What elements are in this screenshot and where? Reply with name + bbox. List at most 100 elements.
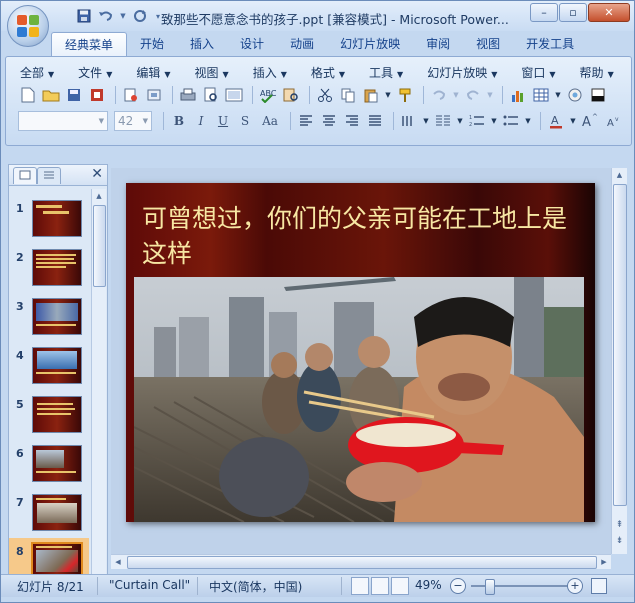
tab-review[interactable]: 审阅: [413, 32, 463, 56]
text-direction-icon[interactable]: [399, 111, 419, 131]
shrink-font-icon[interactable]: Av: [603, 111, 623, 131]
menu-all[interactable]: 全部 ▼: [20, 65, 54, 81]
slides-pane-scrollbar[interactable]: ▲: [91, 189, 106, 577]
clip-art-icon[interactable]: [565, 85, 585, 105]
slide-thumbnail[interactable]: 6: [9, 440, 89, 488]
spelling-icon[interactable]: ABC: [258, 85, 278, 105]
scroll-thumb[interactable]: [93, 205, 106, 287]
tab-developer[interactable]: 开发工具: [513, 32, 587, 56]
restore-button[interactable]: ▫: [559, 3, 587, 22]
menu-slideshow[interactable]: 幻灯片放映 ▼: [427, 65, 497, 81]
menu-file[interactable]: 文件 ▼: [78, 65, 112, 81]
minimize-button[interactable]: –: [530, 3, 558, 22]
insert-table-icon[interactable]: [531, 85, 551, 105]
numbering-icon[interactable]: 12: [467, 111, 487, 131]
align-right-icon[interactable]: [342, 111, 362, 131]
font-name-combo[interactable]: ▼: [18, 111, 108, 131]
justify-icon[interactable]: [365, 111, 385, 131]
slide-thumbnail[interactable]: 2: [9, 244, 89, 292]
menu-tools[interactable]: 工具 ▼: [369, 65, 403, 81]
color-icon[interactable]: [588, 85, 608, 105]
format-painter-icon[interactable]: [395, 85, 415, 105]
print-icon[interactable]: [178, 85, 198, 105]
tab-slideshow[interactable]: 幻灯片放映: [327, 32, 413, 56]
save-icon[interactable]: [64, 85, 84, 105]
slide-title[interactable]: 可曾想过，你们的父亲可能在工地上是这样: [142, 201, 582, 271]
print-preview-icon[interactable]: [121, 85, 141, 105]
align-left-icon[interactable]: [296, 111, 316, 131]
undo-icon[interactable]: [429, 85, 449, 105]
preview-icon[interactable]: [201, 85, 221, 105]
align-center-icon[interactable]: [319, 111, 339, 131]
language-indicator[interactable]: 中文(简体，中国): [209, 578, 302, 595]
menu-view[interactable]: 视图 ▼: [195, 65, 229, 81]
editor-horizontal-scrollbar[interactable]: ◀ ▶: [111, 554, 611, 569]
chevron-down-icon[interactable]: ▼: [524, 111, 532, 131]
font-size-combo[interactable]: 42 ▼: [114, 111, 152, 131]
fit-to-window-icon[interactable]: [591, 578, 607, 594]
office-button[interactable]: [7, 5, 49, 47]
theme-name[interactable]: "Curtain Call": [109, 578, 190, 592]
tab-view[interactable]: 视图: [463, 32, 513, 56]
scroll-up-icon[interactable]: ▲: [612, 168, 627, 182]
menu-help[interactable]: 帮助 ▼: [580, 65, 614, 81]
chevron-down-icon[interactable]: ▼: [384, 85, 392, 105]
research-icon[interactable]: [281, 85, 301, 105]
insert-chart-icon[interactable]: [508, 85, 528, 105]
menu-format[interactable]: 格式 ▼: [311, 65, 345, 81]
tab-insert[interactable]: 插入: [177, 32, 227, 56]
bullets-icon[interactable]: [501, 111, 521, 131]
current-slide[interactable]: 可曾想过，你们的父亲可能在工地上是这样: [126, 183, 595, 522]
attach-icon[interactable]: [144, 85, 164, 105]
normal-view-icon[interactable]: [351, 577, 369, 595]
tab-classic-menu[interactable]: 经典菜单: [51, 32, 128, 58]
tab-outline[interactable]: [37, 167, 61, 184]
redo-icon[interactable]: [463, 85, 483, 105]
tab-home[interactable]: 开始: [127, 32, 177, 56]
chevron-down-icon[interactable]: ▼: [554, 85, 562, 105]
chevron-down-icon[interactable]: ▼: [452, 85, 460, 105]
grow-font-icon[interactable]: A ^: [580, 111, 600, 131]
tab-animations[interactable]: 动画: [277, 32, 327, 56]
slide-view-icon[interactable]: [224, 85, 244, 105]
slide-thumbnail[interactable]: 8: [9, 538, 89, 577]
bold-button[interactable]: B: [169, 111, 189, 131]
scroll-right-icon[interactable]: ▶: [597, 555, 611, 569]
permission-icon[interactable]: [87, 85, 107, 105]
close-button[interactable]: ✕: [588, 3, 630, 22]
undo-icon[interactable]: [97, 7, 115, 25]
tab-slides-thumbnails[interactable]: [13, 167, 37, 184]
slide-thumbnail[interactable]: 3: [9, 293, 89, 341]
chevron-down-icon[interactable]: ▼: [422, 111, 430, 131]
zoom-in-button[interactable]: +: [567, 578, 583, 594]
cut-icon[interactable]: [315, 85, 335, 105]
zoom-out-button[interactable]: −: [450, 578, 466, 594]
chevron-down-icon[interactable]: ▼: [456, 111, 464, 131]
slide-thumbnail[interactable]: 1: [9, 195, 89, 243]
scroll-thumb[interactable]: [127, 556, 597, 569]
font-color-icon[interactable]: A: [546, 111, 566, 131]
columns-icon[interactable]: [433, 111, 453, 131]
menu-insert[interactable]: 插入 ▼: [253, 65, 287, 81]
save-icon[interactable]: [75, 7, 93, 25]
italic-button[interactable]: I: [191, 111, 211, 131]
scroll-left-icon[interactable]: ◀: [111, 555, 125, 569]
slide-photo[interactable]: [134, 277, 584, 522]
chevron-down-icon[interactable]: ▼: [486, 85, 494, 105]
slideshow-view-icon[interactable]: [391, 577, 409, 595]
editor-vertical-scrollbar[interactable]: ▲ ⇞ ⇟: [611, 168, 627, 554]
next-slide-button[interactable]: ⇟: [612, 534, 627, 548]
menu-window[interactable]: 窗口 ▼: [521, 65, 555, 81]
scroll-up-icon[interactable]: ▲: [92, 189, 106, 203]
slide-thumbnail[interactable]: 7: [9, 489, 89, 537]
previous-slide-button[interactable]: ⇞: [612, 518, 627, 532]
slide-thumbnail[interactable]: 5: [9, 391, 89, 439]
slide-sorter-view-icon[interactable]: [371, 577, 389, 595]
open-folder-icon[interactable]: [41, 85, 61, 105]
tab-design[interactable]: 设计: [227, 32, 277, 56]
shadow-button[interactable]: S: [235, 111, 255, 131]
zoom-level[interactable]: 49%: [415, 578, 442, 592]
zoom-slider-thumb[interactable]: [485, 579, 495, 595]
close-icon[interactable]: ✕: [91, 166, 103, 182]
change-case-button[interactable]: Aa: [257, 111, 283, 131]
